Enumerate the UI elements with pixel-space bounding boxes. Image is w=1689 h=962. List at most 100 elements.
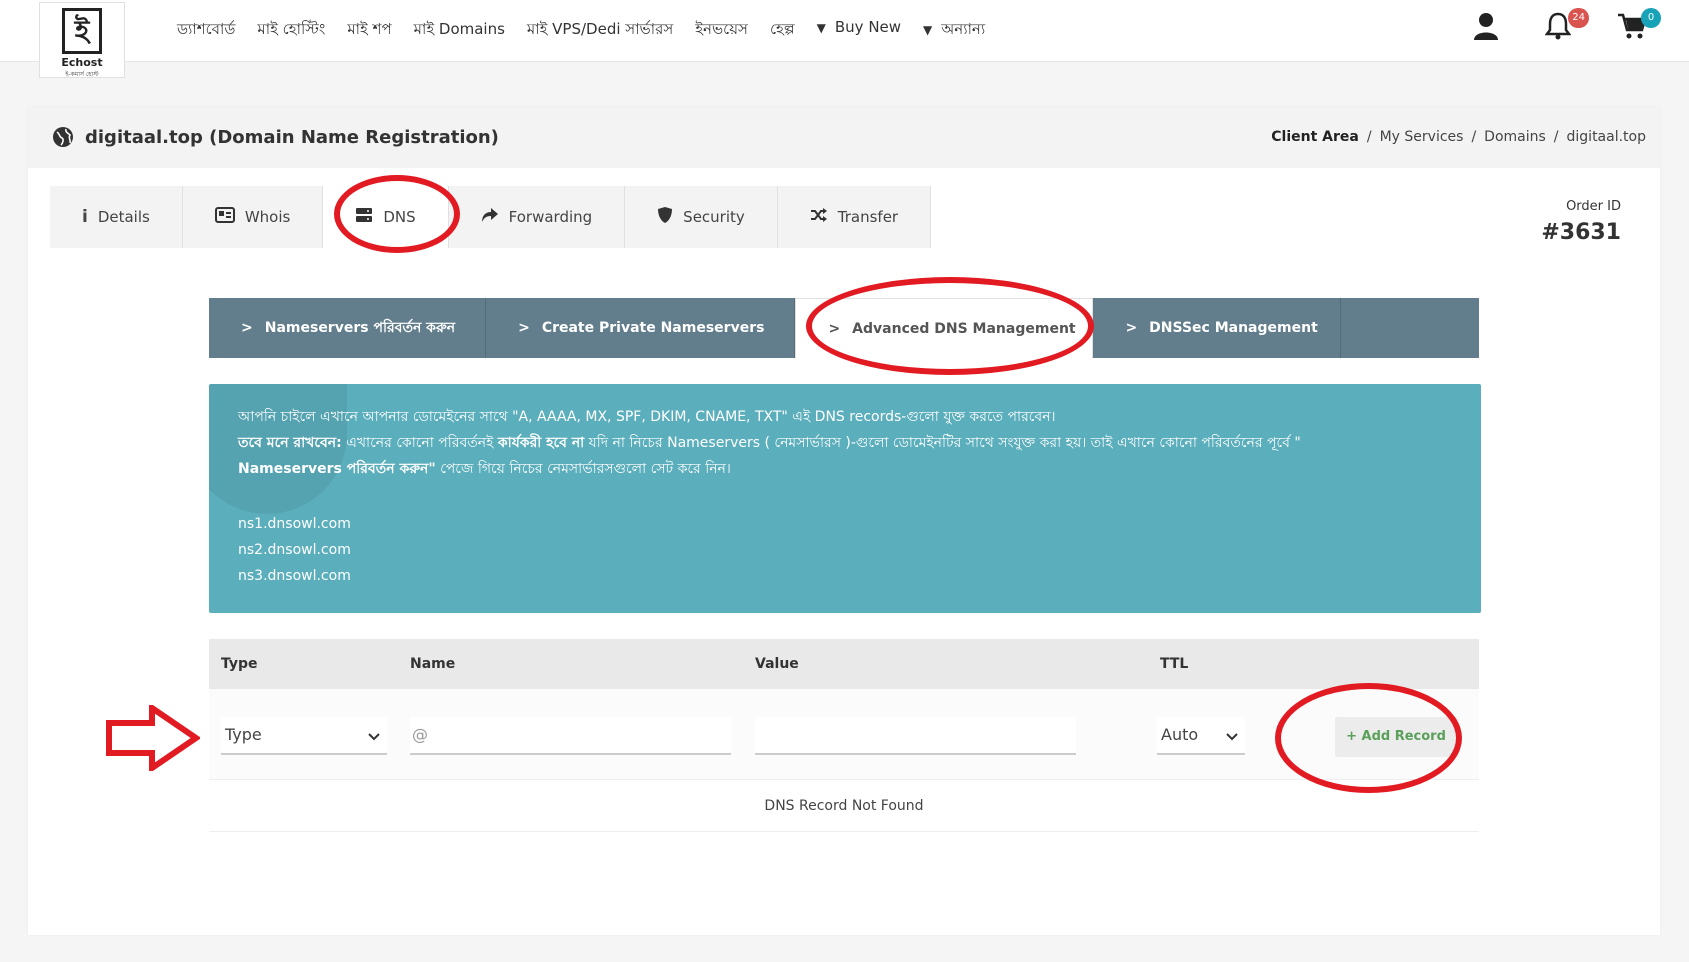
chevron-right-icon: >	[1125, 320, 1138, 336]
breadcrumb-current: digitaal.top	[1566, 129, 1646, 145]
nav-my-shop[interactable]: মাই শপ	[347, 18, 391, 43]
new-record-row: Type @ Auto + Add Record	[209, 689, 1479, 780]
header-value: Value	[755, 656, 799, 672]
subtab-dnssec[interactable]: > DNSSec Management	[1093, 298, 1342, 358]
top-navbar: ই Echost ই-কমার্স হোস্ট ড্যাশবোর্ড মাই হ…	[0, 0, 1689, 78]
nameserver-2: ns2.dnsowl.com	[238, 542, 351, 558]
ttl-select[interactable]: Auto	[1157, 717, 1245, 755]
notification-bell-icon[interactable]: 24	[1544, 8, 1589, 42]
notification-count-badge: 24	[1568, 8, 1589, 28]
nav-help[interactable]: হেল্প	[770, 18, 795, 43]
nav-buy-new-label: Buy New	[834, 18, 902, 36]
tab-whois[interactable]: Whois	[182, 186, 324, 248]
empty-state-message: DNS Record Not Found	[209, 780, 1479, 832]
tab-details-label: Details	[97, 208, 150, 226]
logo-tagline: ই-কমার্স হোস্ট	[65, 71, 99, 78]
tab-dns-label: DNS	[383, 208, 416, 226]
record-name-placeholder: @	[412, 725, 428, 744]
info-nameservers-link: Nameservers পরিবর্তন করুন"	[238, 461, 436, 477]
breadcrumb: Client Area / My Services / Domains / digitaal…	[1271, 129, 1646, 145]
order-id-value: #3631	[1541, 220, 1621, 245]
globe-icon	[52, 126, 74, 152]
header-ttl: TTL	[1160, 656, 1189, 672]
ttl-value: Auto	[1161, 725, 1199, 744]
info-line-3-text: পেজে গিয়ে নিচের নেমসার্ভারসগুলো সেট করে…	[435, 461, 731, 477]
nav-my-domains[interactable]: মাই Domains	[414, 18, 505, 43]
nav-buy-new[interactable]: ▼ Buy New	[817, 18, 901, 43]
annotation-arrow-icon	[106, 705, 200, 771]
tab-security[interactable]: Security	[625, 186, 778, 248]
main-nav: ড্যাশবোর্ড মাই হোস্টিং মাই শপ মাই Domain…	[177, 18, 985, 43]
breadcrumb-domains[interactable]: Domains	[1484, 129, 1546, 145]
info-remember-label: তবে মনে রাখবেন:	[238, 435, 342, 451]
logo-text: Echost	[61, 56, 103, 69]
header-type: Type	[221, 656, 258, 672]
caret-down-icon: ▼	[816, 21, 826, 35]
breadcrumb-client-area[interactable]: Client Area	[1271, 129, 1359, 145]
order-id-label: Order ID	[1566, 199, 1621, 214]
subtab-change-nameservers[interactable]: > Nameservers পরিবর্তন করুন	[209, 298, 487, 358]
info-line-1: আপনি চাইলে এখানে আপনার ডোমেইনের সাথে "A,…	[238, 409, 1056, 425]
nav-other-label: অন্যান্য	[941, 20, 986, 38]
info-line-3: Nameservers পরিবর্তন করুন" পেজে গিয়ে নি…	[238, 456, 1458, 482]
info-message: আপনি চাইলে এখানে আপনার ডোমেইনের সাথে "A,…	[238, 404, 1458, 482]
breadcrumb-separator: /	[1553, 129, 1559, 145]
subtab-dnssec-label: DNSSec Management	[1149, 320, 1318, 336]
chevron-right-icon: >	[241, 320, 253, 336]
nav-dashboard[interactable]: ড্যাশবোর্ড	[177, 18, 235, 43]
breadcrumb-my-services[interactable]: My Services	[1380, 129, 1464, 145]
record-value-input[interactable]	[755, 717, 1076, 755]
nav-invoices[interactable]: ইনভয়েস	[695, 18, 748, 43]
echost-logo[interactable]: ই Echost ই-কমার্স হোস্ট	[39, 2, 125, 78]
subtab-advanced-dns[interactable]: > Advanced DNS Management	[795, 298, 1094, 358]
record-type-select[interactable]: Type	[221, 717, 387, 755]
tab-security-label: Security	[683, 208, 745, 226]
add-record-button[interactable]: + Add Record	[1335, 717, 1457, 757]
shuffle-icon	[810, 207, 828, 227]
cart-count-badge: 0	[1641, 8, 1661, 28]
share-arrow-icon	[481, 207, 499, 227]
tab-forwarding-label: Forwarding	[508, 208, 593, 226]
dns-records-table: Type Name Value TTL Type @ Auto + Add Re…	[209, 639, 1479, 832]
header-icons: 24 0	[1473, 8, 1661, 42]
server-icon	[355, 207, 373, 227]
info-line-2a: এখানের কোনো পরিবর্তনই	[341, 435, 498, 451]
tab-whois-label: Whois	[244, 208, 291, 226]
info-icon: i	[82, 207, 88, 227]
subtab-private-nameservers[interactable]: > Create Private Nameservers	[486, 298, 796, 358]
breadcrumb-separator: /	[1366, 129, 1372, 145]
domain-card: digitaal.top (Domain Name Registration) …	[28, 107, 1660, 935]
nav-my-vps[interactable]: মাই VPS/Dedi সার্ভারস	[527, 18, 673, 43]
info-not-effective: কার্যকরী হবে না	[497, 435, 585, 451]
tab-dns[interactable]: DNS	[323, 186, 449, 248]
nameserver-1: ns1.dnsowl.com	[238, 516, 351, 532]
header-name: Name	[410, 656, 456, 672]
tab-forwarding[interactable]: Forwarding	[448, 186, 626, 248]
id-card-icon	[214, 207, 235, 227]
nameserver-list: ns1.dnsowl.com ns2.dnsowl.com ns3.dnsowl…	[238, 511, 351, 589]
dns-info-alert: আপনি চাইলে এখানে আপনার ডোমেইনের সাথে "A,…	[209, 384, 1481, 613]
card-header: digitaal.top (Domain Name Registration) …	[28, 107, 1660, 168]
info-line-2: তবে মনে রাখবেন: এখানের কোনো পরিবর্তনই কা…	[238, 430, 1458, 456]
record-name-input[interactable]: @	[410, 717, 731, 755]
page-title: digitaal.top (Domain Name Registration)	[85, 127, 499, 148]
chevron-right-icon: >	[518, 320, 530, 336]
record-type-value: Type	[225, 725, 262, 744]
chevron-down-icon	[367, 727, 381, 746]
chevron-right-icon: >	[828, 320, 841, 337]
subtab-private-nameservers-label: Create Private Nameservers	[541, 320, 765, 336]
tab-details[interactable]: i Details	[50, 186, 183, 248]
user-icon[interactable]	[1473, 12, 1503, 42]
cart-icon[interactable]: 0	[1617, 8, 1661, 42]
nav-other[interactable]: ▼ অন্যান্য	[923, 18, 985, 43]
info-line-2b: যদি না নিচের Nameservers ( নেমসার্ভারস )…	[584, 435, 1301, 451]
shield-icon	[657, 206, 673, 228]
tab-transfer[interactable]: Transfer	[777, 186, 932, 248]
domain-tabs: i Details Whois DNS Forwarding Security …	[50, 186, 932, 248]
table-header: Type Name Value TTL	[209, 639, 1479, 689]
tab-transfer-label: Transfer	[837, 208, 899, 226]
nameserver-3: ns3.dnsowl.com	[238, 568, 351, 584]
caret-down-icon: ▼	[923, 23, 933, 37]
nav-my-hosting[interactable]: মাই হোস্টিং	[257, 18, 325, 43]
subtab-change-nameservers-label: Nameservers পরিবর্তন করুন	[264, 320, 456, 336]
